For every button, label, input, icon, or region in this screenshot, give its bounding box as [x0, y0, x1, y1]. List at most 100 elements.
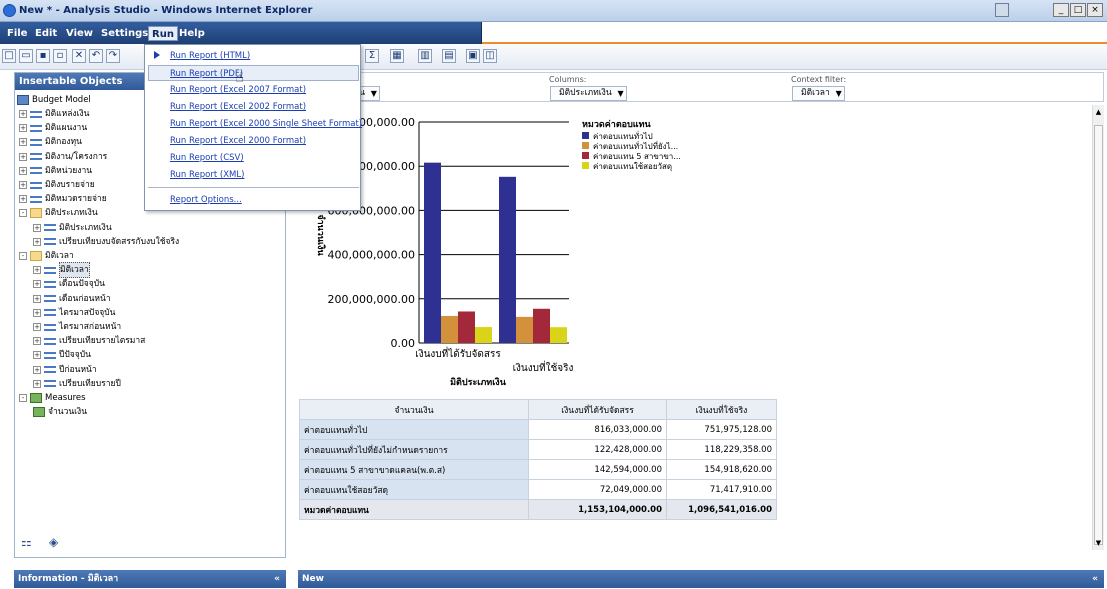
tree-item[interactable]: + มิติเวลา: [33, 262, 90, 279]
tree-item[interactable]: + มิติกองทุน: [19, 135, 82, 149]
source-tab-icon[interactable]: ⚏: [21, 535, 35, 549]
expand-icon[interactable]: +: [33, 379, 41, 388]
column-header[interactable]: เงินงบที่ใช้จริง: [666, 399, 777, 420]
table-cell[interactable]: 816,033,000.00: [528, 419, 667, 440]
menu-help[interactable]: Help: [176, 26, 208, 41]
new-report-bar[interactable]: New «: [298, 570, 1104, 588]
menu-run[interactable]: Run: [148, 26, 178, 41]
tree-item[interactable]: จำนวนเงิน: [33, 405, 87, 419]
tree-item[interactable]: + มิติหมวดรายจ่าย: [19, 192, 107, 206]
scroll-up-icon[interactable]: ▲: [1094, 107, 1103, 117]
table-cell[interactable]: 71,417,910.00: [666, 479, 777, 500]
chevron-down-icon[interactable]: ▼: [617, 87, 623, 100]
run-html-item[interactable]: Run Report (HTML): [170, 48, 360, 64]
column-header[interactable]: เงินงบที่ได้รับจัดสรร: [528, 399, 667, 420]
expand-icon[interactable]: +: [19, 110, 27, 118]
save-as-icon[interactable]: ▫: [53, 49, 67, 63]
tree-item[interactable]: + เดือนปัจจุบัน: [33, 277, 105, 291]
close-button[interactable]: ×: [1087, 3, 1103, 17]
table-cell[interactable]: 122,428,000.00: [528, 439, 667, 460]
run-pdf-item[interactable]: Run Report (PDF): [148, 65, 359, 81]
menu-settings[interactable]: Settings: [98, 26, 151, 41]
collapse-icon[interactable]: -: [19, 394, 27, 402]
expand-icon[interactable]: +: [19, 181, 27, 189]
row-header[interactable]: ค่าตอบแทน 5 สาขาขาดแคลน(พ.ต.ส): [299, 459, 529, 480]
tree-item[interactable]: + ไตรมาสปัจจุบัน: [33, 306, 116, 320]
open-icon[interactable]: ▭: [19, 49, 33, 63]
tree-item[interactable]: + มิติแหล่งเงิน: [19, 107, 89, 121]
expand-icon[interactable]: +: [19, 152, 27, 161]
row-header[interactable]: ค่าตอบแทนใช้สอยวัสดุ: [299, 479, 529, 500]
menu-file[interactable]: File: [4, 26, 30, 41]
tree-item[interactable]: + ไตรมาสก่อนหน้า: [33, 320, 121, 334]
tree-item[interactable]: + มิติงบรายจ่าย: [19, 178, 95, 192]
tree-item[interactable]: - มิติเวลา: [19, 249, 74, 263]
run-csv-item[interactable]: Run Report (CSV): [170, 150, 360, 166]
tree-item[interactable]: + ปีก่อนหน้า: [33, 363, 97, 377]
expand-icon[interactable]: +: [33, 294, 41, 303]
table-cell[interactable]: 751,975,128.00: [666, 419, 777, 440]
context-chip[interactable]: มิติเวลา ▼: [792, 86, 845, 101]
table-cell[interactable]: 118,229,358.00: [666, 439, 777, 460]
expand-icon[interactable]: +: [33, 266, 41, 275]
window-tab-icon[interactable]: [995, 3, 1009, 17]
expand-icon[interactable]: +: [33, 351, 41, 360]
cube-tab-icon[interactable]: ◈: [49, 535, 63, 549]
row-header[interactable]: ค่าตอบแทนทั่วไป: [299, 419, 529, 440]
expand-icon[interactable]: +: [19, 195, 27, 204]
run-excel2002-item[interactable]: Run Report (Excel 2002 Format): [170, 99, 360, 115]
expand-icon[interactable]: +: [19, 124, 27, 133]
grid-icon[interactable]: ▦: [390, 49, 404, 63]
expand-icon[interactable]: +: [33, 237, 41, 246]
chevron-up-icon[interactable]: «: [1092, 570, 1098, 588]
run-excel2000-item[interactable]: Run Report (Excel 2000 Format): [170, 133, 360, 149]
tree-item[interactable]: + มิติแผนงาน: [19, 121, 87, 135]
run-excel2000-single-item[interactable]: Run Report (Excel 2000 Single Sheet Form…: [170, 116, 362, 132]
minimize-button[interactable]: _: [1053, 3, 1069, 17]
table-cell[interactable]: 142,594,000.00: [528, 459, 667, 480]
run-xml-item[interactable]: Run Report (XML): [170, 167, 360, 183]
pivot-icon[interactable]: ◫: [483, 49, 497, 63]
tree-root[interactable]: Budget Model: [17, 93, 91, 107]
row-header[interactable]: ค่าตอบแทนทั่วไปที่ยังไม่กำหนดรายการ: [299, 439, 529, 460]
report-options-item[interactable]: Report Options...: [170, 192, 360, 208]
expand-icon[interactable]: +: [19, 138, 27, 147]
tree-item[interactable]: + เดือนก่อนหน้า: [33, 292, 111, 306]
tree-item[interactable]: + มิติหน่วยงาน: [19, 164, 92, 178]
menu-view[interactable]: View: [63, 26, 96, 41]
total-cell[interactable]: 1,153,104,000.00: [528, 499, 667, 520]
tree-item[interactable]: + มิติงาน/โครงการ: [19, 150, 107, 164]
tree-item[interactable]: + ปีปัจจุบัน: [33, 348, 91, 362]
vertical-scrollbar[interactable]: ▲ ▼: [1092, 105, 1104, 550]
expand-icon[interactable]: +: [19, 166, 27, 175]
scroll-thumb[interactable]: [1094, 125, 1103, 545]
cut-icon[interactable]: ✕: [72, 49, 86, 63]
collapse-icon[interactable]: -: [19, 252, 27, 260]
tree-item[interactable]: - มิติประเภทเงิน: [19, 206, 98, 220]
chart-icon[interactable]: ▥: [418, 49, 432, 63]
maximize-button[interactable]: □: [1070, 3, 1086, 17]
table-corner[interactable]: จำนวนเงิน: [299, 399, 529, 420]
tree-item[interactable]: + เปรียบเทียบงบจัดสรรกับงบใช้จริง: [33, 235, 179, 249]
expand-icon[interactable]: +: [33, 323, 41, 331]
undo-icon[interactable]: ↶: [89, 49, 103, 63]
tree-item[interactable]: - Measures: [19, 391, 86, 405]
redo-icon[interactable]: ↷: [106, 49, 120, 63]
sum-icon[interactable]: Σ: [365, 49, 379, 63]
tree-item[interactable]: + เปรียบเทียบรายไตรมาส: [33, 334, 145, 348]
layout-icon[interactable]: ▣: [466, 49, 480, 63]
bar-chart-icon[interactable]: ▤: [442, 49, 456, 63]
chevron-up-icon[interactable]: «: [274, 570, 280, 588]
run-excel2007-item[interactable]: Run Report (Excel 2007 Format): [170, 82, 360, 98]
columns-chip[interactable]: มิติประเภทเงิน ▼: [550, 86, 627, 101]
expand-icon[interactable]: +: [33, 308, 41, 317]
total-cell[interactable]: 1,096,541,016.00: [666, 499, 777, 520]
expand-icon[interactable]: +: [33, 223, 41, 232]
total-row-header[interactable]: หมวดค่าตอบแทน: [299, 499, 529, 520]
information-bar[interactable]: Information - มิติเวลา «: [14, 570, 286, 588]
chevron-down-icon[interactable]: ▼: [371, 87, 377, 100]
save-icon[interactable]: ▪: [36, 49, 50, 63]
table-cell[interactable]: 72,049,000.00: [528, 479, 667, 500]
expand-icon[interactable]: +: [33, 365, 41, 374]
collapse-icon[interactable]: -: [19, 209, 27, 218]
